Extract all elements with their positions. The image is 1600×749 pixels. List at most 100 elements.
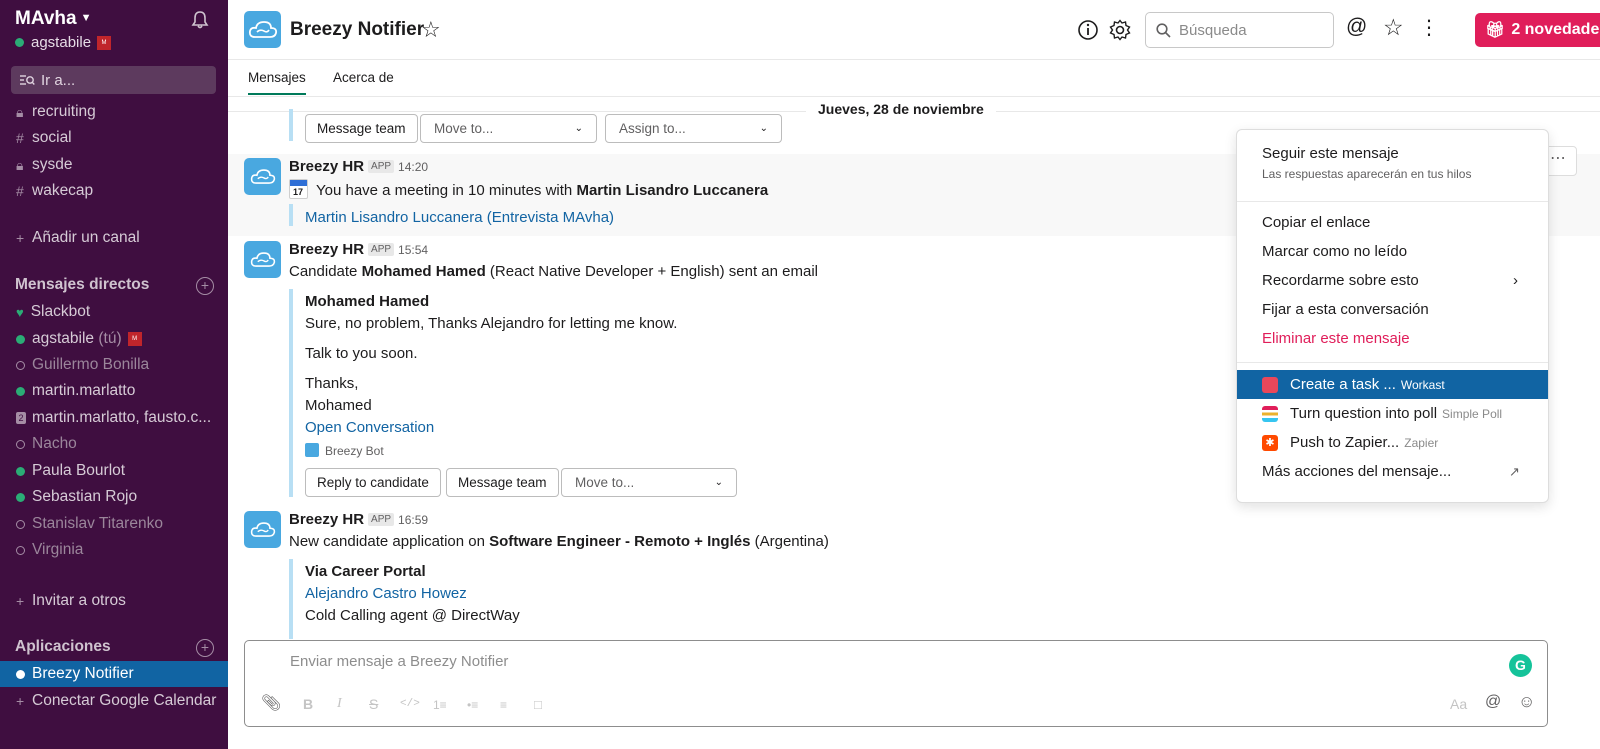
workspace-name[interactable]: MAvha ▼ xyxy=(15,8,91,30)
ordered-list-icon[interactable]: 1≡ xyxy=(433,698,447,712)
bulleted-list-icon[interactable]: •≡ xyxy=(467,698,478,712)
info-icon[interactable] xyxy=(1076,18,1100,42)
group-count-badge: 2 xyxy=(16,412,26,424)
message-text: Candidate Mohamed Hamed (React Native De… xyxy=(289,263,818,280)
attachment-bar xyxy=(289,559,293,639)
calendar-day: 17 xyxy=(293,187,304,197)
jump-placeholder: Ir a... xyxy=(41,71,76,89)
app-badge: APP xyxy=(368,513,395,526)
tab-mensajes[interactable]: Mensajes xyxy=(248,70,306,95)
menu-more-actions[interactable]: Más acciones del mensaje... ↗ xyxy=(1237,457,1548,486)
plus-icon: + xyxy=(16,230,25,246)
star-icon[interactable]: ☆ xyxy=(421,17,441,43)
menu-remind-me[interactable]: Recordarme sobre esto › xyxy=(1237,266,1548,295)
add-app-icon[interactable]: + xyxy=(196,639,214,657)
menu-zapier[interactable]: ✱ Push to Zapier... Zapier xyxy=(1237,428,1548,457)
invite-button[interactable]: + Invitar a otros xyxy=(0,588,228,614)
message-author[interactable]: Breezy HR APP 16:59 xyxy=(289,511,428,528)
add-channel-button[interactable]: + Añadir un canal xyxy=(0,225,228,251)
away-status-icon xyxy=(16,360,25,370)
online-status-icon xyxy=(16,466,25,476)
apps-section-header[interactable]: Aplicaciones xyxy=(15,638,111,656)
invite-label: Invitar a otros xyxy=(32,592,126,609)
attachment-line: Mohamed xyxy=(305,397,372,414)
move-to-select[interactable]: Move to... ⌄ xyxy=(561,468,737,497)
meeting-link[interactable]: Martin Lisandro Luccanera (Entrevista MA… xyxy=(305,209,614,226)
code-icon[interactable]: </> xyxy=(400,698,420,710)
online-status-icon xyxy=(15,38,24,47)
grammarly-icon[interactable]: G xyxy=(1509,654,1532,677)
news-label: 2 novedades xyxy=(1511,21,1600,38)
current-user-name: agstabile xyxy=(31,34,92,51)
channel-label: recruiting xyxy=(32,103,96,120)
menu-poll[interactable]: Turn question into poll Simple Poll xyxy=(1237,399,1548,428)
sidebar-item-sebastian[interactable]: Sebastian Rojo xyxy=(0,484,228,510)
app-label: Breezy Notifier xyxy=(32,665,134,682)
sidebar-item-wakecap[interactable]: # wakecap xyxy=(0,178,228,204)
assign-to-value: Assign to... xyxy=(619,121,686,136)
message-author[interactable]: Breezy HR APP 14:20 xyxy=(289,158,428,175)
search-input[interactable]: Búsqueda xyxy=(1145,12,1334,48)
sidebar-item-sysde[interactable]: 🔒︎ sysde xyxy=(0,152,228,178)
italic-icon[interactable]: I xyxy=(337,696,342,712)
task-app-label: Workast xyxy=(1400,377,1445,392)
tab-acerca-de[interactable]: Acerca de xyxy=(333,70,394,85)
sidebar-item-recruiting[interactable]: 🔒︎ recruiting xyxy=(0,99,228,125)
gear-icon[interactable] xyxy=(1108,18,1132,42)
current-user[interactable]: agstabile M xyxy=(15,34,112,51)
emoji-icon[interactable]: ☺ xyxy=(1518,692,1535,712)
menu-pin[interactable]: Fijar a esta conversación xyxy=(1237,295,1548,324)
sidebar-item-martin[interactable]: martin.marlatto xyxy=(0,378,228,404)
sidebar-item-stanislav[interactable]: Stanislav Titarenko xyxy=(0,511,228,537)
menu-delete-message[interactable]: Eliminar este mensaje xyxy=(1237,324,1548,353)
message-team-button[interactable]: Message team xyxy=(305,114,418,143)
strikethrough-icon[interactable]: S xyxy=(369,696,378,712)
sidebar-item-virginia[interactable]: Virginia xyxy=(0,537,228,563)
sidebar-item-guillermo[interactable]: Guillermo Bonilla xyxy=(0,352,228,378)
workast-icon xyxy=(1262,376,1278,393)
sidebar-item-group-dm[interactable]: 2 martin.marlatto, fausto.c... xyxy=(0,405,228,431)
date-divider: Jueves, 28 de noviembre xyxy=(806,101,996,117)
mentions-icon[interactable]: @ xyxy=(1346,15,1370,39)
mention-icon[interactable]: @ xyxy=(1485,693,1501,711)
heart-icon: ♥ xyxy=(16,304,24,320)
message-composer[interactable]: Enviar mensaje a Breezy Notifier G 📎︎ B … xyxy=(244,640,1548,727)
reply-to-candidate-button[interactable]: Reply to candidate xyxy=(305,468,441,497)
sidebar-item-paula[interactable]: Paula Bourlot xyxy=(0,458,228,484)
attach-icon[interactable]: 📎︎ xyxy=(261,693,281,713)
sidebar-item-slackbot[interactable]: ♥ Slackbot xyxy=(0,299,228,325)
sidebar-item-social[interactable]: # social xyxy=(0,125,228,151)
add-dm-icon[interactable]: + xyxy=(196,277,214,295)
code-block-icon[interactable]: □ xyxy=(534,697,542,712)
whats-new-button[interactable]: 🎁︎ 2 novedades xyxy=(1475,13,1600,47)
avatar: M xyxy=(127,332,142,346)
sidebar-item-agstabile[interactable]: agstabile (tú) M xyxy=(0,326,228,352)
sidebar-item-breezy-notifier[interactable]: Breezy Notifier xyxy=(0,661,228,687)
menu-copy-link[interactable]: Copiar el enlace xyxy=(1237,208,1548,237)
candidate-link[interactable]: Alejandro Castro Howez xyxy=(305,585,467,602)
breezy-avatar-icon xyxy=(244,511,281,548)
open-conversation-link[interactable]: Open Conversation xyxy=(305,419,434,436)
menu-follow-message[interactable]: Seguir este mensaje xyxy=(1237,141,1548,165)
attachment-footer: Breezy Bot xyxy=(305,443,384,458)
dm-section-header[interactable]: Mensajes directos xyxy=(15,276,149,294)
formatting-toggle[interactable]: Aa xyxy=(1450,696,1467,712)
menu-mark-unread[interactable]: Marcar como no leído xyxy=(1237,237,1548,266)
assign-to-select[interactable]: Assign to... ⌄ xyxy=(605,114,782,143)
external-link-icon: ↗ xyxy=(1509,463,1520,479)
quote-icon[interactable]: ≡ xyxy=(500,698,507,712)
bell-icon[interactable] xyxy=(190,10,210,30)
starred-icon[interactable]: ☆ xyxy=(1383,14,1407,40)
message-author[interactable]: Breezy HR APP 15:54 xyxy=(289,241,428,258)
sidebar-item-nacho[interactable]: Nacho xyxy=(0,431,228,457)
jump-to-input[interactable]: Ir a... xyxy=(11,66,216,94)
message-team-button[interactable]: Message team xyxy=(446,468,559,497)
chevron-right-icon: › xyxy=(1513,272,1518,289)
author-name: Breezy HR xyxy=(289,511,365,528)
attachment-bar xyxy=(289,204,293,226)
menu-create-task[interactable]: Create a task ... Workast xyxy=(1237,370,1548,399)
move-to-select[interactable]: Move to... ⌄ xyxy=(420,114,597,143)
bold-icon[interactable]: B xyxy=(303,696,313,712)
more-vertical-icon[interactable]: ⋮ xyxy=(1419,15,1439,39)
sidebar-item-google-calendar[interactable]: + Conectar Google Calendar xyxy=(0,688,228,714)
